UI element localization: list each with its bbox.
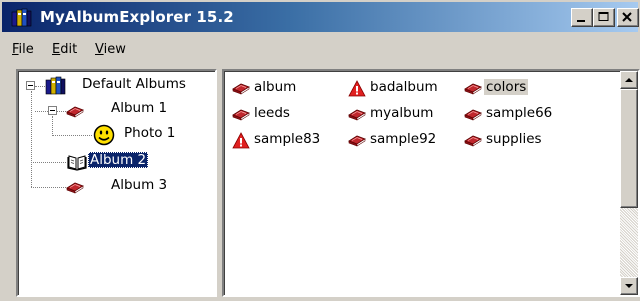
- album-tree[interactable]: Default Albums Album 1 Photo 1 Album 2 A…: [16, 69, 217, 297]
- list-item[interactable]: sample66: [464, 104, 574, 124]
- tree-line: [52, 135, 92, 136]
- scroll-down-button[interactable]: [620, 277, 638, 295]
- tree-item-album-1[interactable]: Album 1: [109, 100, 169, 116]
- tree-item-album-2[interactable]: Album 2: [88, 152, 149, 168]
- open-book-icon: [67, 155, 87, 171]
- book-icon: [464, 106, 482, 122]
- tree-item-photo-1[interactable]: Photo 1: [122, 125, 177, 141]
- book-icon: [66, 103, 84, 119]
- smiley-photo-icon: [93, 124, 115, 146]
- tree-line: [31, 91, 32, 187]
- albums-collection-icon: [45, 76, 66, 95]
- tree-line: [35, 86, 45, 87]
- close-button[interactable]: [617, 8, 639, 27]
- minimize-icon: [577, 20, 585, 22]
- list-item[interactable]: sample83: [232, 130, 342, 150]
- menu-bar: File Edit View: [2, 38, 638, 62]
- list-item[interactable]: sample92: [348, 130, 458, 150]
- book-icon: [232, 80, 250, 96]
- menu-view[interactable]: View: [95, 42, 126, 57]
- book-icon: [464, 132, 482, 148]
- list-item[interactable]: colors: [464, 78, 574, 98]
- book-icon: [464, 80, 482, 96]
- tree-line: [52, 116, 53, 136]
- tree-line: [31, 162, 66, 163]
- title-bar[interactable]: MyAlbumExplorer 15.2: [2, 2, 639, 32]
- collapse-root-button[interactable]: [26, 81, 35, 90]
- maximize-button[interactable]: [593, 8, 615, 27]
- warning-icon: [348, 80, 366, 98]
- list-item[interactable]: album: [232, 78, 342, 98]
- scrollbar-thumb[interactable]: [620, 89, 638, 208]
- tree-item-default-albums[interactable]: Default Albums: [80, 76, 188, 92]
- list-item[interactable]: badalbum: [348, 78, 458, 98]
- list-item[interactable]: supplies: [464, 130, 574, 150]
- tree-item-album-3[interactable]: Album 3: [109, 177, 169, 193]
- collapse-album1-button[interactable]: [48, 106, 57, 115]
- list-item[interactable]: myalbum: [348, 104, 458, 124]
- scroll-up-button[interactable]: [620, 71, 638, 89]
- app-albums-icon: [11, 8, 32, 27]
- tree-line: [31, 187, 66, 188]
- book-icon: [66, 179, 84, 195]
- menu-file[interactable]: File: [12, 42, 34, 57]
- arrow-down-icon: [625, 284, 633, 288]
- vertical-scrollbar[interactable]: [620, 71, 638, 295]
- app-window: MyAlbumExplorer 15.2 File Edit View Defa…: [0, 0, 640, 301]
- maximize-icon: [598, 12, 609, 21]
- arrow-up-icon: [625, 78, 633, 82]
- book-icon: [348, 106, 366, 122]
- close-icon: [622, 12, 632, 22]
- menu-edit[interactable]: Edit: [52, 42, 77, 57]
- album-list[interactable]: album badalbum colors leeds myalbum samp…: [222, 69, 640, 297]
- window-title: MyAlbumExplorer 15.2: [40, 8, 234, 26]
- list-item[interactable]: leeds: [232, 104, 342, 124]
- book-icon: [348, 132, 366, 148]
- minimize-button[interactable]: [571, 8, 593, 27]
- warning-icon: [232, 132, 250, 150]
- book-icon: [232, 106, 250, 122]
